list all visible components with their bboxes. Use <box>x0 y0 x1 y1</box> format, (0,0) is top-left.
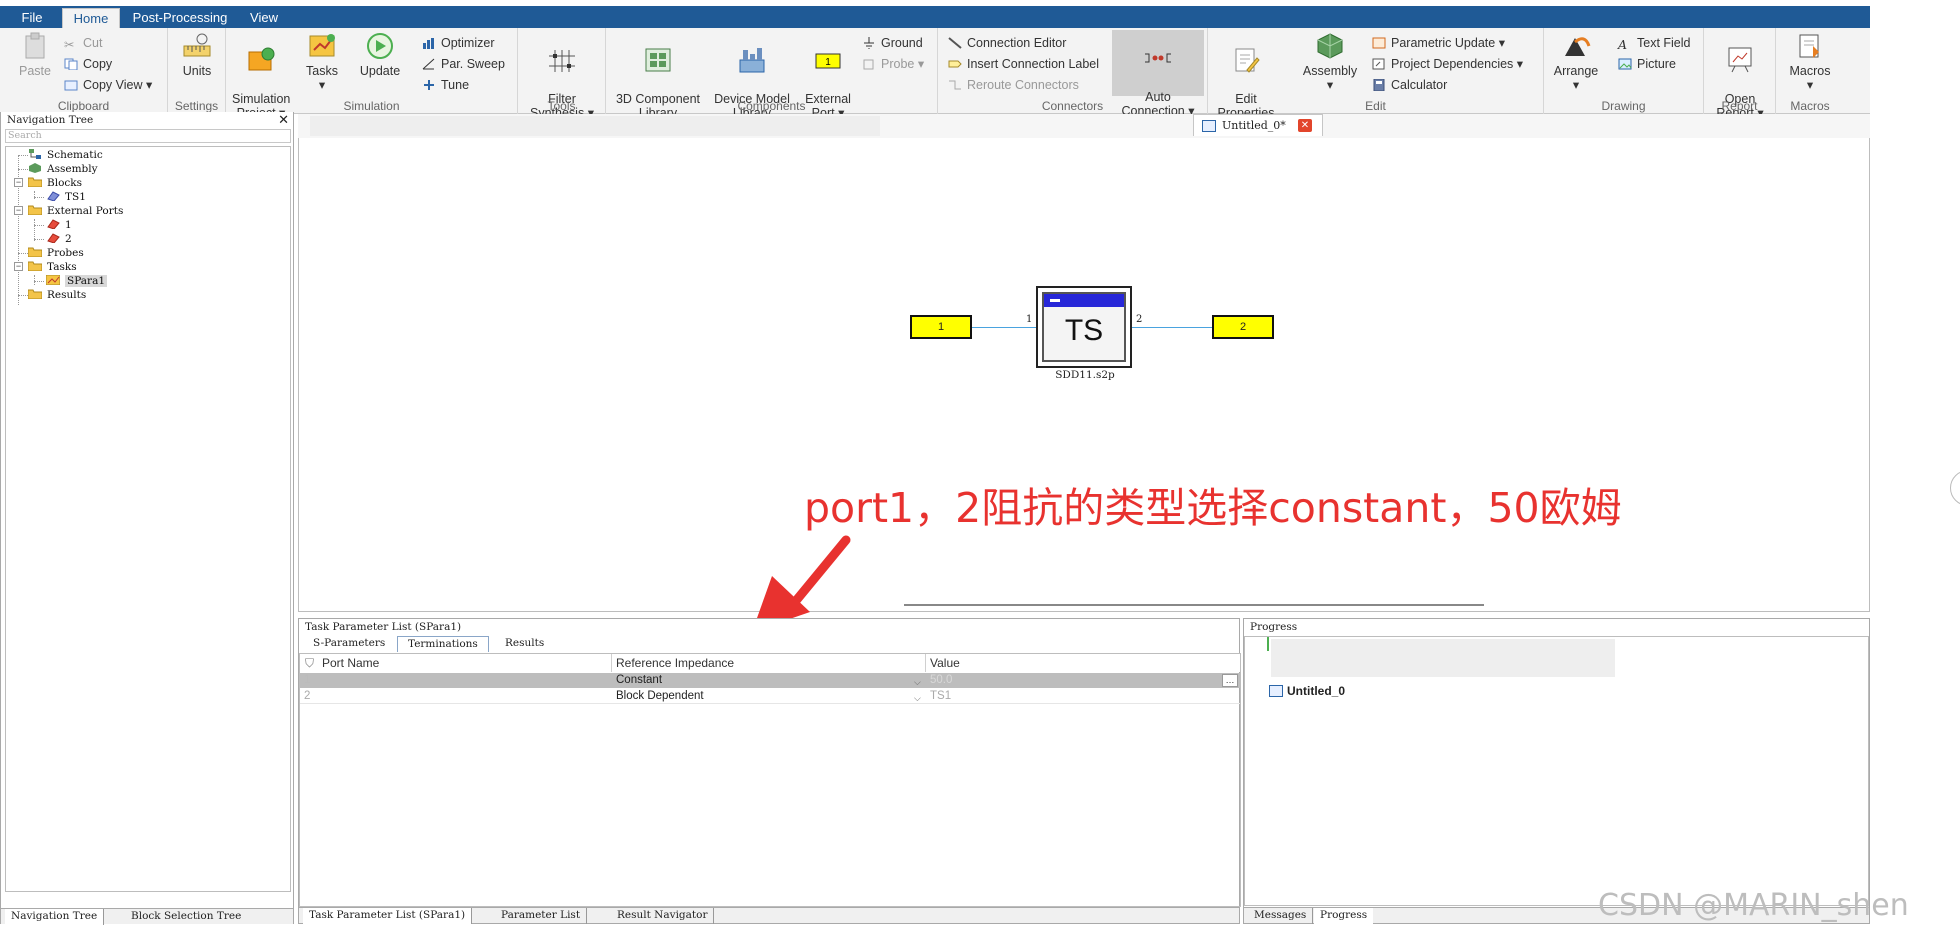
cell-value-input[interactable]: 50.0 <box>926 673 1226 688</box>
chevron-down-icon[interactable]: ⌵ <box>914 675 921 690</box>
table-row[interactable]: 2 Block Dependent ⌵ TS1 <box>300 689 1240 704</box>
cell-port-name: 2 <box>304 690 311 702</box>
schematic-doc-icon <box>1269 685 1283 697</box>
table-row[interactable]: 1 Constant ⌵ 50.0 … <box>300 673 1240 688</box>
ellipsis-button[interactable]: … <box>1222 674 1238 687</box>
tab-results[interactable]: Results <box>495 636 554 652</box>
tab-progress[interactable]: Progress <box>1314 908 1374 924</box>
progress-tree: Untitled_0 <box>1244 636 1869 906</box>
tab-result-navigator[interactable]: Result Navigator <box>611 908 715 924</box>
task-parameter-title: Task Parameter List (SPara1) <box>305 621 462 633</box>
task-bottom-tabs: Task Parameter List (SPara1) Parameter L… <box>299 907 1239 924</box>
progress-indicator <box>1267 637 1269 651</box>
progress-item-label: Untitled_0 <box>1287 684 1346 698</box>
tab-messages[interactable]: Messages <box>1248 908 1314 924</box>
task-subtabs: S-Parameters Terminations Results <box>299 636 1239 652</box>
app-window: File Home Post-Processing View Paste ✂ Cu… <box>0 0 1870 942</box>
progress-header: Progress <box>1244 619 1869 635</box>
chevron-down-icon[interactable]: ⌵ <box>914 691 921 706</box>
cell-value-input[interactable]: TS1 <box>926 689 1226 704</box>
progress-item[interactable]: Untitled_0 <box>1269 683 1345 699</box>
terminations-grid: ⛉ Port Name Reference Impedance Value 1 C… <box>299 653 1241 907</box>
task-parameter-header: Task Parameter List (SPara1)✕ <box>299 619 1485 635</box>
progress-panel: Progress Untitled_0 Messages Progress <box>1243 618 1870 924</box>
column-header-reference-impedance[interactable]: Reference Impedance <box>612 654 926 672</box>
filter-icon[interactable]: ⛉ <box>305 654 314 672</box>
cell-port-name: 1 <box>304 674 311 686</box>
column-header-port-name-label: Port Name <box>322 656 380 670</box>
task-parameter-panel: Task Parameter List (SPara1)✕ S-Paramete… <box>298 618 1485 924</box>
tab-terminations[interactable]: Terminations <box>397 636 489 652</box>
tab-task-parameter-list[interactable]: Task Parameter List (SPara1) <box>303 908 473 924</box>
cell-reference-impedance-select[interactable]: Block Dependent <box>612 689 926 704</box>
watermark: CSDN @MARIN_shen <box>1598 888 1909 923</box>
tab-parameter-list[interactable]: Parameter List <box>495 908 588 924</box>
column-header-port-name[interactable]: ⛉ Port Name <box>300 654 612 672</box>
cell-reference-impedance-select[interactable]: Constant <box>612 673 926 688</box>
tab-s-parameters[interactable]: S-Parameters <box>303 636 395 652</box>
column-header-value[interactable]: Value <box>926 654 1240 672</box>
blurred-progress-items <box>1271 639 1615 677</box>
